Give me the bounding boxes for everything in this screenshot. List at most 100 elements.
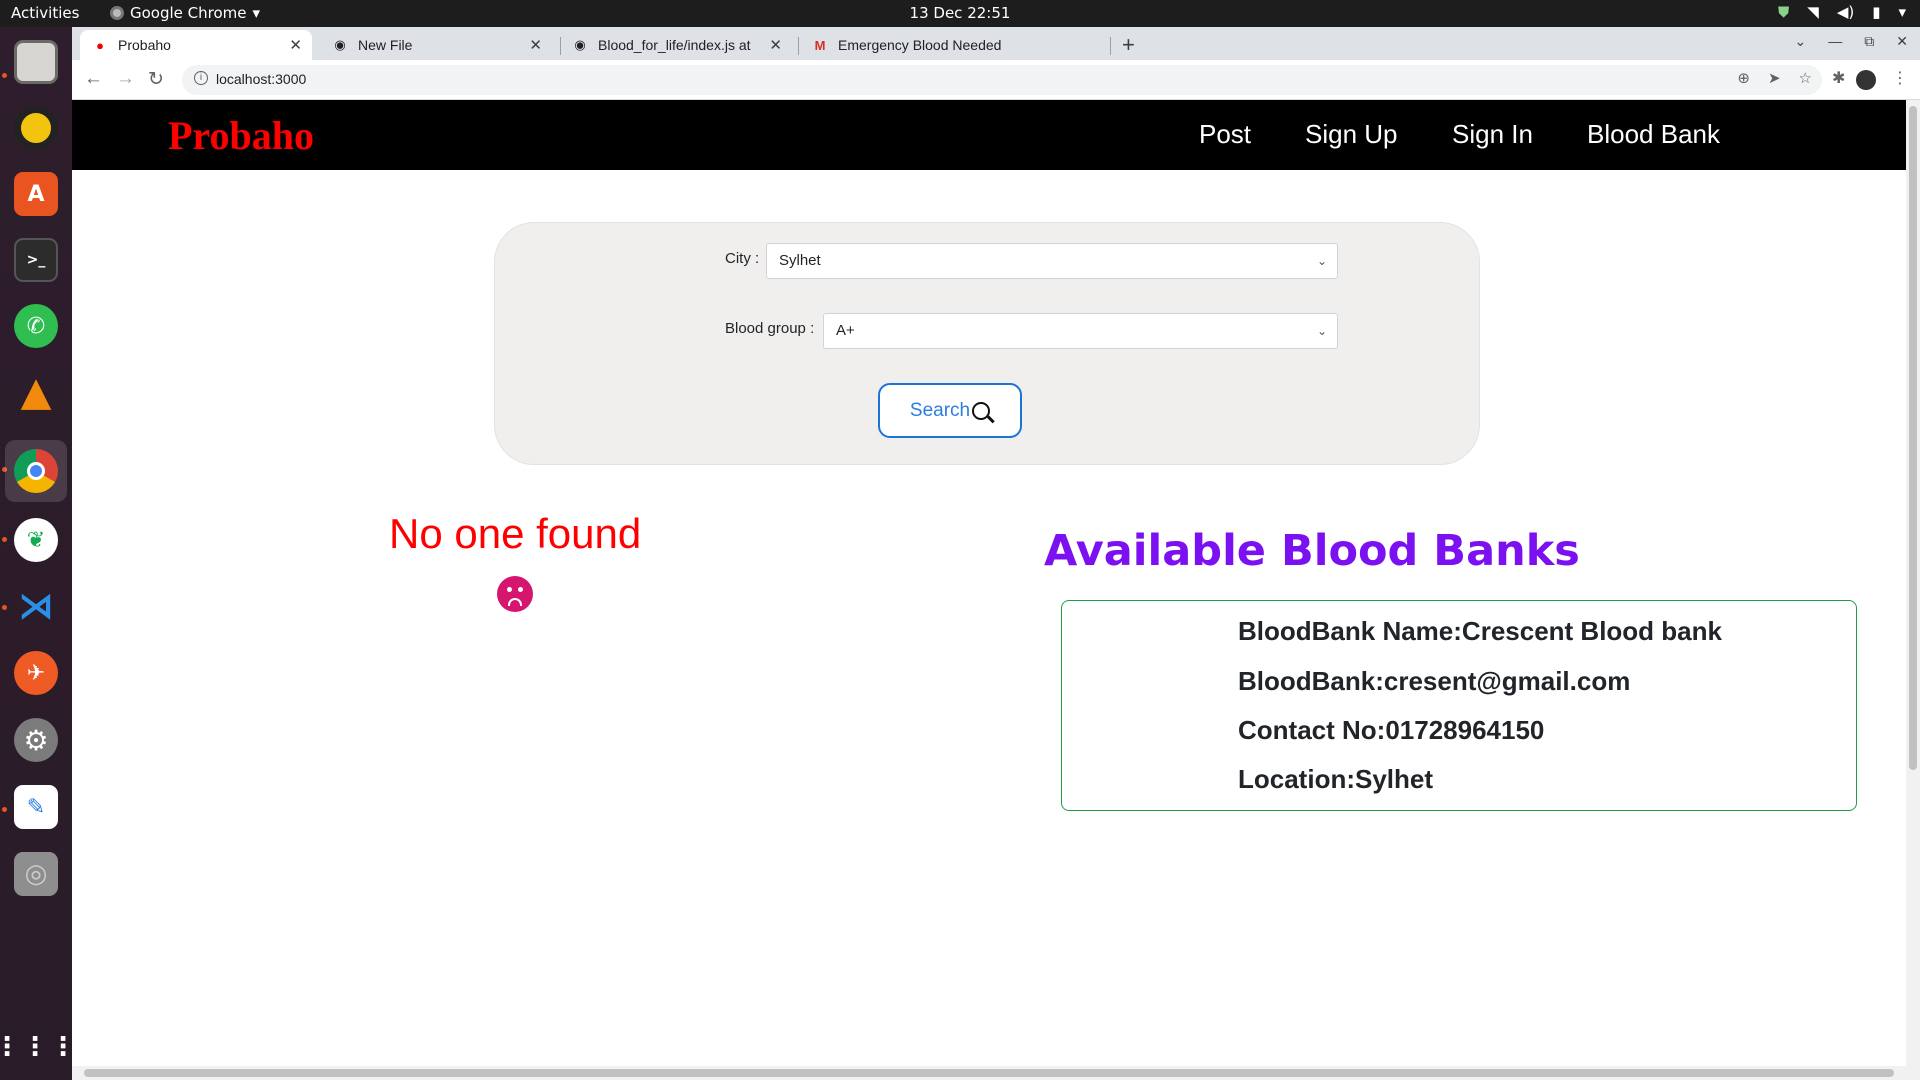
- chevron-down-icon: ⌄: [1316, 324, 1327, 338]
- tab-emergency-blood[interactable]: M Emergency Blood Needed: [800, 30, 1110, 60]
- whatsapp-launcher[interactable]: ✆: [10, 300, 62, 352]
- no-results-message: No one found: [389, 510, 642, 557]
- forward-arrow-icon[interactable]: →: [116, 68, 135, 90]
- gear-icon: ⚙: [14, 718, 58, 762]
- text-editor-launcher[interactable]: ✎: [10, 781, 62, 833]
- nav-post[interactable]: Post: [1199, 119, 1251, 150]
- vlc-icon: ▲: [20, 369, 52, 415]
- profile-avatar[interactable]: [1856, 70, 1876, 90]
- vscode-icon: ⋊: [18, 585, 54, 627]
- show-applications-button[interactable]: ⋮⋮⋮: [0, 1021, 78, 1073]
- clock[interactable]: 13 Dec 22:51: [910, 4, 1011, 22]
- bank-email: BloodBank:cresent@gmail.com: [1238, 666, 1631, 696]
- whatsapp-icon: ✆: [14, 304, 58, 348]
- scrollbar-thumb[interactable]: [84, 1069, 1894, 1077]
- bank-name: BloodBank Name:Crescent Blood bank: [1238, 616, 1722, 646]
- nav-sign-up[interactable]: Sign Up: [1305, 119, 1398, 150]
- star-icon[interactable]: ☆: [1799, 69, 1812, 87]
- search-button-label: Search: [909, 399, 971, 421]
- restore-icon[interactable]: ⧉: [1864, 33, 1874, 50]
- tab-title: Probaho: [118, 37, 171, 53]
- vlc-launcher[interactable]: ▲: [10, 366, 62, 418]
- browser-toolbar: ← → ↻ i localhost:3000 ⊕ ➤ ☆ ✱ ⋮: [72, 60, 1920, 100]
- files-icon: [14, 40, 58, 84]
- activities-button[interactable]: Activities: [11, 4, 79, 22]
- city-label: City :: [725, 250, 760, 267]
- close-tab-icon[interactable]: ✕: [289, 36, 302, 54]
- info-icon[interactable]: i: [194, 71, 208, 85]
- system-tray[interactable]: ⛊ ◥ ◀) ▮ ▾: [1778, 3, 1906, 21]
- nav-blood-bank[interactable]: Blood Bank: [1587, 119, 1720, 150]
- terminal-launcher[interactable]: >_: [10, 234, 62, 286]
- send-icon[interactable]: ➤: [1768, 69, 1781, 87]
- postman-launcher[interactable]: ✈: [10, 647, 62, 699]
- tab-divider: [798, 37, 799, 55]
- software-launcher[interactable]: A: [10, 168, 62, 220]
- terminal-icon: >_: [14, 238, 58, 282]
- site-navbar: Probaho Post Sign Up Sign In Blood Bank: [72, 100, 1906, 170]
- blood-bank-card: BloodBank Name:Crescent Blood bank Blood…: [1061, 600, 1857, 811]
- kebab-menu-icon[interactable]: ⋮: [1892, 68, 1908, 88]
- tab-title: New File: [358, 37, 413, 53]
- tab-title: Emergency Blood Needed: [838, 37, 1002, 53]
- app-menu-label: Google Chrome: [130, 4, 247, 22]
- app-menu[interactable]: Google Chrome ▾: [110, 4, 260, 22]
- disc-icon: ◎: [14, 852, 58, 896]
- tab-search-icon[interactable]: ⌄: [1795, 33, 1807, 50]
- vertical-scrollbar[interactable]: [1906, 100, 1920, 1066]
- tab-title: Blood_for_life/index.js at: [598, 37, 751, 53]
- city-select-value: Sylhet: [779, 252, 821, 269]
- chrome-icon: [14, 449, 58, 493]
- files-launcher[interactable]: [10, 36, 62, 88]
- extensions-puzzle-icon[interactable]: ✱: [1832, 68, 1845, 88]
- minimize-icon[interactable]: —: [1828, 33, 1842, 50]
- tab-probaho[interactable]: ● Probaho ✕: [80, 30, 312, 60]
- address-bar[interactable]: i localhost:3000 ⊕ ➤ ☆: [182, 65, 1822, 95]
- reload-icon[interactable]: ↻: [148, 68, 164, 91]
- brand-logo[interactable]: Probaho: [168, 112, 314, 159]
- blood-group-select-value: A+: [836, 322, 855, 339]
- tab-new-file[interactable]: ◉ New File ✕: [320, 30, 552, 60]
- caret-down-icon: ▾: [252, 4, 261, 22]
- nav-sign-in[interactable]: Sign In: [1452, 119, 1533, 150]
- tab-index-js[interactable]: ◉ Blood_for_life/index.js at ✕: [560, 30, 792, 60]
- app-grid-icon: ⋮⋮⋮: [0, 1032, 78, 1062]
- url-text[interactable]: localhost:3000: [216, 71, 306, 87]
- page-viewport: Probaho Post Sign Up Sign In Blood Bank …: [72, 100, 1906, 1066]
- chevron-down-icon: ⌄: [1316, 254, 1327, 268]
- close-tab-icon[interactable]: ✕: [769, 36, 782, 54]
- zoom-icon[interactable]: ⊕: [1737, 69, 1750, 87]
- horizontal-scrollbar[interactable]: [72, 1066, 1920, 1080]
- back-arrow-icon[interactable]: ←: [84, 68, 103, 90]
- search-icon: [972, 401, 991, 420]
- disc-launcher[interactable]: ◎: [10, 848, 62, 900]
- mongodb-compass-launcher[interactable]: ❦: [10, 514, 62, 566]
- vscode-launcher[interactable]: ⋊: [10, 580, 62, 632]
- chrome-launcher[interactable]: [5, 440, 67, 502]
- scrollbar-thumb[interactable]: [1909, 106, 1917, 770]
- tab-divider: [1110, 37, 1111, 55]
- city-select[interactable]: Sylhet ⌄: [766, 243, 1338, 279]
- new-tab-button[interactable]: +: [1122, 32, 1135, 58]
- blood-group-select[interactable]: A+ ⌄: [823, 313, 1338, 349]
- caret-down-icon: ▾: [1898, 3, 1906, 21]
- search-button[interactable]: Search: [878, 383, 1022, 438]
- wifi-icon: ◥: [1807, 3, 1819, 21]
- bank-contact: Contact No:01728964150: [1238, 715, 1545, 745]
- rhythmbox-launcher[interactable]: [10, 102, 62, 154]
- close-tab-icon[interactable]: ✕: [529, 36, 542, 54]
- leaf-icon: ❦: [14, 518, 58, 562]
- settings-launcher[interactable]: ⚙: [10, 714, 62, 766]
- shield-icon: ⛊: [1778, 3, 1790, 21]
- gmail-icon: M: [814, 37, 826, 53]
- chrome-icon: [110, 6, 124, 20]
- pencil-icon: ✎: [14, 785, 58, 829]
- postman-icon: ✈: [14, 651, 58, 695]
- tab-strip: ● Probaho ✕ ◉ New File ✕ ◉ Blood_for_lif…: [72, 27, 1920, 60]
- battery-icon: ▮: [1872, 3, 1881, 21]
- github-icon: ◉: [334, 37, 346, 52]
- close-window-icon[interactable]: ✕: [1896, 33, 1908, 50]
- software-icon: A: [14, 172, 58, 216]
- blood-group-label: Blood group :: [725, 320, 815, 337]
- running-indicator: [2, 73, 7, 78]
